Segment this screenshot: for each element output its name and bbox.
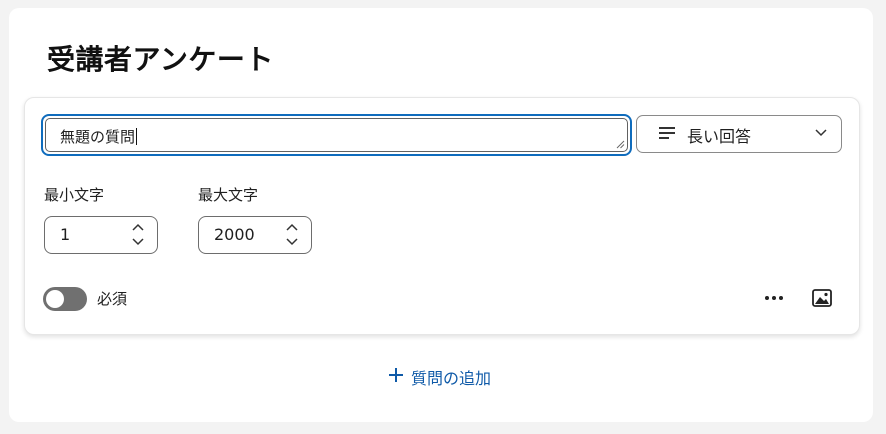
resize-grip-icon[interactable] <box>615 139 625 149</box>
min-chars-value: 1 <box>60 225 71 244</box>
chevron-up-icon[interactable] <box>286 222 298 232</box>
question-text: 無題の質問 <box>60 128 136 146</box>
max-chars-value: 2000 <box>214 225 255 244</box>
chevron-up-icon[interactable] <box>132 222 144 232</box>
survey-title: 受講者アンケート <box>47 43 274 76</box>
min-chars-stepper[interactable]: 1 <box>44 216 158 254</box>
more-icon[interactable] <box>762 288 786 308</box>
question-text-input[interactable]: 無題の質問 <box>41 114 632 156</box>
toggle-knob <box>46 290 64 308</box>
question-type-dropdown[interactable]: 長い回答 <box>636 115 842 153</box>
required-label: 必須 <box>97 290 128 308</box>
text-caret <box>136 128 138 145</box>
add-question-label: 質問の追加 <box>411 369 492 388</box>
max-chars-stepper[interactable]: 2000 <box>198 216 312 254</box>
chevron-down-icon <box>815 129 827 137</box>
question-type-label: 長い回答 <box>687 127 752 146</box>
plus-icon <box>389 368 403 382</box>
required-toggle[interactable] <box>43 287 87 311</box>
question-card: 無題の質問 長い回答 最小文字 1 最大文字 2000 必須 <box>24 97 860 335</box>
chevron-down-icon[interactable] <box>286 237 298 247</box>
text-lines-icon <box>659 127 675 139</box>
image-icon[interactable] <box>811 287 833 309</box>
min-chars-label: 最小文字 <box>44 186 105 204</box>
chevron-down-icon[interactable] <box>132 237 144 247</box>
max-chars-label: 最大文字 <box>198 186 259 204</box>
